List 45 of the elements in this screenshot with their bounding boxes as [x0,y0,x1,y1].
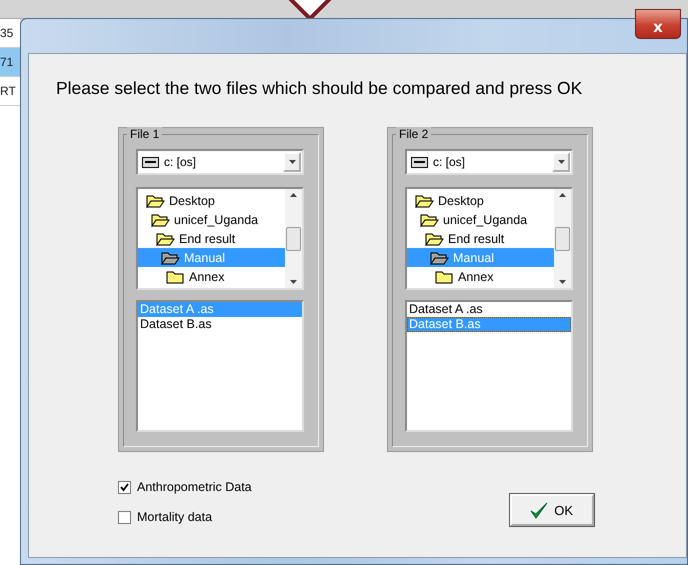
group-label: File 1 [127,127,162,141]
checkbox[interactable] [118,510,131,524]
open-folder-icon [146,194,165,208]
open-folder-icon [425,232,444,246]
scroll-thumb[interactable] [555,226,570,250]
folder-tree-item[interactable]: Annex [138,267,285,286]
open-folder-icon [430,250,449,264]
folder-tree-item[interactable]: End result [138,229,285,248]
scrollbar[interactable] [554,189,571,288]
dropdown-arrow-icon [288,160,296,164]
folder-tree-item[interactable]: unicef_Uganda [407,210,554,229]
file-list-item[interactable]: Dataset A .as [407,302,571,317]
scroll-up-icon [559,193,566,197]
open-folder-icon [161,250,180,264]
folder-tree-item[interactable]: unicef_Uganda [138,210,285,229]
drive-icon [411,156,428,168]
ok-button[interactable]: OK [510,494,594,526]
scroll-thumb[interactable] [286,226,301,250]
group-label: File 2 [396,127,432,141]
file-list-item[interactable]: Dataset B.as [138,317,302,332]
folder-tree-item[interactable]: Desktop [407,191,554,210]
drive-dropdown[interactable]: c: [os] [136,149,304,175]
scroll-up-icon [290,193,297,197]
open-folder-icon [156,232,175,246]
dropdown-arrow-icon [558,160,564,164]
folder-icon [166,270,185,284]
folder-tree-item[interactable]: Desktop [138,191,285,210]
open-folder-icon [151,212,170,226]
checkbox-label: Anthropometric Data [137,480,252,494]
close-button[interactable]: x [635,9,681,39]
drive-dropdown[interactable]: c: [os] [405,149,573,175]
open-folder-icon [415,194,434,208]
scrollbar[interactable] [285,189,302,288]
scroll-down-icon [290,280,297,284]
folder-icon [435,270,454,284]
open-folder-icon [420,212,439,226]
checkbox-label: Mortality data [137,510,212,524]
folder-tree-item[interactable]: Annex [407,267,554,286]
checkmark-icon [530,502,548,518]
checkbox[interactable] [118,480,131,494]
scroll-down-icon [559,280,566,284]
instruction-text: Please select the two files which should be compared and press OK [56,78,584,99]
background-text: 71 [0,48,20,77]
drive-icon [142,156,159,168]
folder-tree-item[interactable]: End result [407,229,554,248]
